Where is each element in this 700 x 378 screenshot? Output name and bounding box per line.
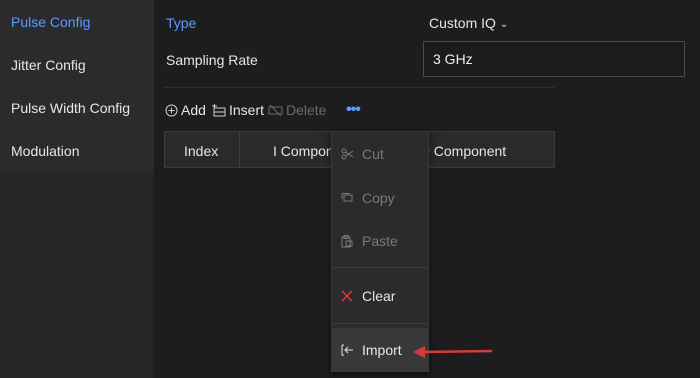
table-header-index: Index: [184, 143, 219, 159]
sidebar-item-pulse-config[interactable]: Pulse Config: [11, 14, 90, 30]
menu-item-label: Paste: [362, 233, 398, 249]
plus-circle-icon: [165, 104, 178, 117]
type-select-value: Custom IQ: [429, 15, 496, 31]
sidebar: Pulse Config Jitter Config Pulse Width C…: [0, 0, 155, 378]
column-divider: [239, 132, 240, 167]
sidebar-item-pulse-width-config[interactable]: Pulse Width Config: [11, 100, 130, 116]
menu-divider: [332, 323, 428, 324]
insert-row-icon: [212, 103, 226, 117]
x-icon: [340, 290, 354, 302]
add-button-label: Add: [181, 102, 206, 118]
sidebar-item-jitter-config[interactable]: Jitter Config: [11, 57, 86, 73]
menu-item-label: Import: [362, 342, 402, 358]
menu-item-label: Cut: [362, 146, 384, 162]
copy-icon: [340, 193, 354, 203]
paste-icon: [340, 234, 354, 248]
context-menu: Cut Copy Paste Clear Import: [331, 131, 429, 372]
menu-item-cut[interactable]: Cut: [332, 132, 428, 176]
insert-button[interactable]: Insert: [212, 102, 264, 118]
menu-item-label: Copy: [362, 190, 395, 206]
table-header-q-component: Q Component: [419, 143, 507, 159]
import-icon: [340, 344, 354, 356]
toolbar-divider: [164, 87, 555, 88]
menu-item-copy[interactable]: Copy: [332, 176, 428, 220]
annotation-arrow-icon: [413, 346, 493, 358]
add-button[interactable]: Add: [165, 102, 206, 118]
insert-button-label: Insert: [229, 102, 265, 118]
menu-divider: [332, 267, 428, 268]
menu-item-paste[interactable]: Paste: [332, 219, 428, 263]
sampling-rate-input[interactable]: [423, 41, 685, 77]
type-label: Type: [166, 15, 197, 31]
menu-item-clear[interactable]: Clear: [332, 274, 428, 318]
delete-button[interactable]: Delete: [268, 102, 326, 118]
delete-row-icon: [268, 104, 283, 117]
scissors-icon: [340, 148, 354, 160]
more-options-button[interactable]: •••: [346, 101, 361, 119]
type-select[interactable]: Custom IQ ⌄: [429, 15, 508, 31]
menu-item-label: Clear: [362, 288, 396, 304]
sampling-rate-label: Sampling Rate: [166, 52, 258, 68]
delete-button-label: Delete: [286, 102, 327, 118]
chevron-down-icon: ⌄: [499, 19, 509, 30]
sidebar-item-modulation[interactable]: Modulation: [11, 143, 80, 159]
